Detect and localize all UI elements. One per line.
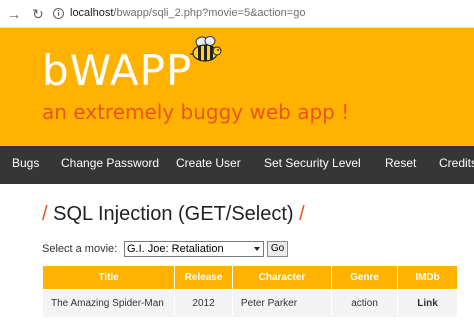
imdb-link[interactable]: Link — [397, 289, 458, 318]
url-text: localhost/bwapp/sqli_2.php?movie=5&actio… — [70, 7, 306, 19]
movie-select-form: Select a movie: G.I. Joe: Retaliation Go — [42, 241, 288, 257]
browser-address-bar: → ↻ localhost/bwapp/sqli_2.php?movie=5&a… — [0, 0, 474, 28]
site-logo: bWAPP — [42, 46, 193, 95]
header-genre: Genre — [331, 265, 399, 290]
main-menu: Bugs Change Password Create User Set Sec… — [0, 146, 474, 184]
header-character: Character — [231, 265, 333, 290]
menu-item-change-password[interactable]: Change Password — [61, 156, 159, 170]
cell-release: 2012 — [174, 289, 233, 318]
cell-character: Peter Parker — [231, 289, 333, 318]
page-title: / SQL Injection (GET/Select) / — [42, 203, 305, 226]
menu-item-reset[interactable]: Reset — [385, 156, 416, 170]
header-title: Title — [41, 265, 176, 290]
table-row: The Amazing Spider-Man 2012 Peter Parker… — [41, 289, 458, 318]
menu-item-credits[interactable]: Credits — [439, 156, 474, 170]
cell-title: The Amazing Spider-Man — [41, 289, 176, 318]
site-header: bWAPP an extremely buggy web app ! — [0, 28, 474, 146]
results-table: Title Release Character Genre IMDb The A… — [41, 265, 458, 318]
title-slash-left: / — [42, 203, 48, 225]
menu-item-bugs[interactable]: Bugs — [12, 156, 39, 170]
movie-select[interactable]: G.I. Joe: Retaliation — [124, 241, 264, 257]
url-field[interactable]: localhost/bwapp/sqli_2.php?movie=5&actio… — [50, 4, 470, 24]
header-release: Release — [174, 265, 233, 290]
forward-arrow-icon[interactable]: → — [4, 4, 24, 24]
tagline: an extremely buggy web app ! — [42, 100, 350, 124]
cell-genre: action — [331, 289, 399, 318]
info-icon[interactable] — [53, 8, 64, 19]
header-imdb: IMDb — [397, 265, 458, 290]
select-label: Select a movie: — [42, 243, 118, 255]
bee-icon — [189, 36, 222, 62]
menu-item-set-security-level[interactable]: Set Security Level — [264, 156, 361, 170]
go-button[interactable]: Go — [267, 241, 288, 257]
title-slash-right: / — [299, 203, 305, 225]
title-text: SQL Injection (GET/Select) — [53, 203, 294, 225]
menu-item-create-user[interactable]: Create User — [176, 156, 241, 170]
dropdown-arrow-icon — [254, 247, 260, 251]
reload-icon[interactable]: ↻ — [28, 4, 48, 24]
selected-movie: G.I. Joe: Retaliation — [127, 243, 224, 255]
table-header-row: Title Release Character Genre IMDb — [41, 265, 458, 290]
